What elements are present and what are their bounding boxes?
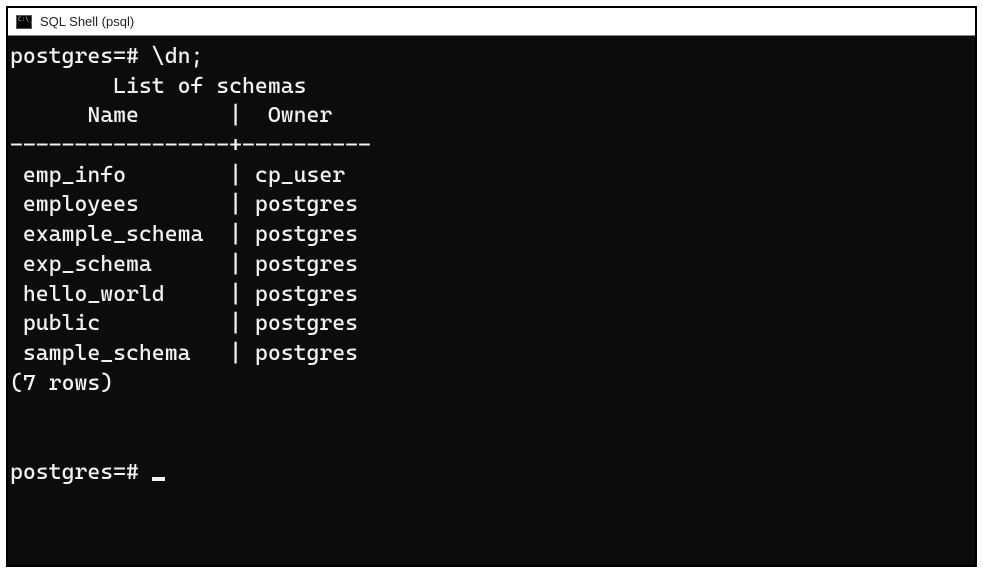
list-heading: List of schemas <box>10 74 306 99</box>
table-row: public | postgres <box>10 311 358 336</box>
table-row: exp_schema | postgres <box>10 252 358 277</box>
table-row: example_schema | postgres <box>10 222 358 247</box>
table-row: emp_info | cp_user <box>10 163 345 188</box>
table-row: employees | postgres <box>10 192 358 217</box>
terminal-output[interactable]: postgres=# \dn; List of schemas Name | O… <box>8 36 975 565</box>
window-title: SQL Shell (psql) <box>40 14 134 29</box>
separator-line: -----------------+---------- <box>10 133 371 158</box>
command-text: \dn; <box>152 44 204 69</box>
row-count: (7 rows) <box>10 371 113 396</box>
table-row: sample_schema | postgres <box>10 341 358 366</box>
prompt: postgres=# <box>10 44 152 69</box>
titlebar[interactable]: SQL Shell (psql) <box>8 8 975 36</box>
table-row: hello_world | postgres <box>10 282 358 307</box>
prompt: postgres=# <box>10 460 152 485</box>
column-headers: Name | Owner <box>10 103 332 128</box>
terminal-icon <box>16 15 32 29</box>
sql-shell-window: SQL Shell (psql) postgres=# \dn; List of… <box>6 6 977 567</box>
cursor <box>152 477 165 481</box>
